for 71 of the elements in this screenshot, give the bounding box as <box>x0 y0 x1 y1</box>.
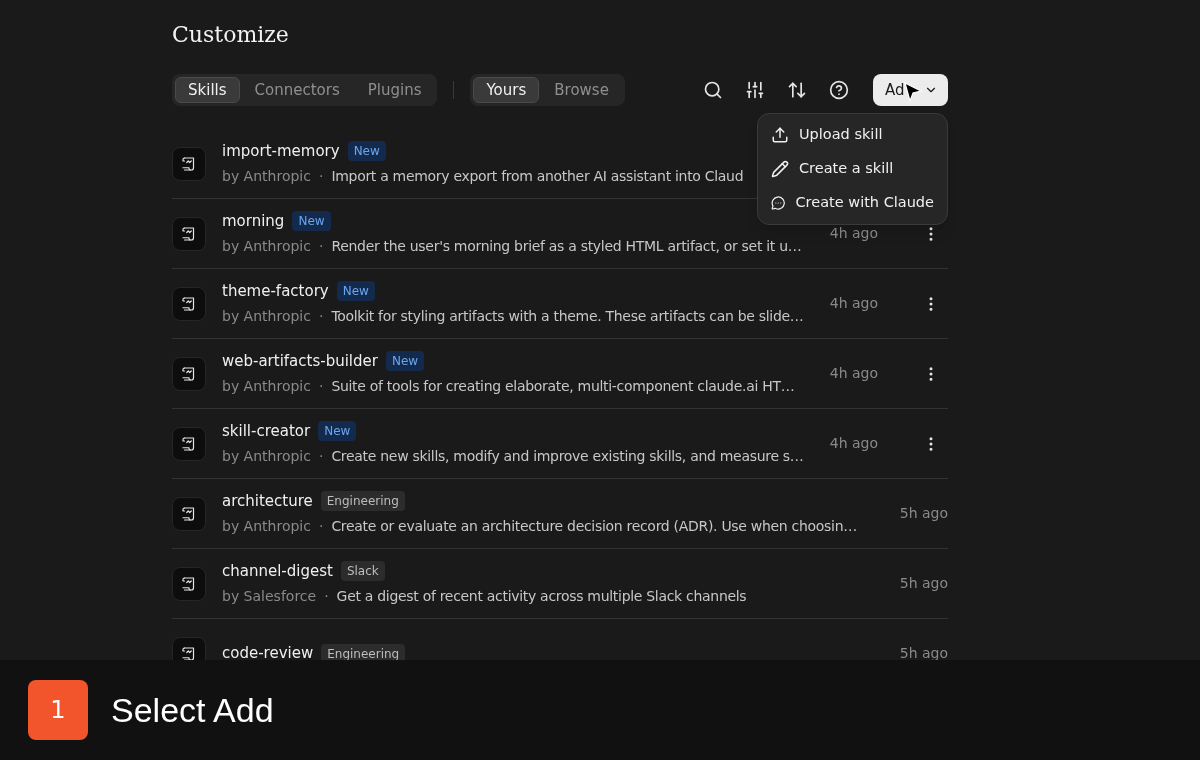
time-ago: 4h ago <box>829 434 878 453</box>
scroll-icon <box>172 146 206 181</box>
search-icon[interactable] <box>703 80 723 100</box>
tag: New <box>292 211 331 231</box>
step-number: 1 <box>28 680 88 740</box>
tag: New <box>336 281 375 301</box>
scroll-icon <box>172 566 206 601</box>
menu-item[interactable]: Create a skill <box>758 152 947 186</box>
description: Render the user's morning brief as a styled HTML artifact, or set it u… <box>331 237 802 257</box>
separator-dot: · <box>324 587 329 607</box>
separator-dot: · <box>318 377 324 397</box>
time-ago: 4h ago <box>829 294 878 313</box>
description: Create or evaluate an architecture decision record (ADR). Use when choosin… <box>331 517 857 537</box>
author: by Anthropic <box>222 447 311 467</box>
author: by Salesforce <box>222 587 317 607</box>
mouse-pointer-icon <box>903 82 923 104</box>
tag: Slack <box>340 561 385 581</box>
filter-icon[interactable] <box>745 80 765 100</box>
description: Create new skills, modify and improve existing skills, and measure s… <box>331 447 804 467</box>
time-ago: 5h ago <box>899 574 948 593</box>
author: by Anthropic <box>222 237 311 257</box>
skill-name[interactable]: theme-factory <box>222 279 329 303</box>
tab[interactable]: Connectors <box>241 77 353 103</box>
step-instruction: Select Add <box>111 689 274 731</box>
scroll-icon <box>172 426 206 461</box>
author: by Anthropic <box>222 167 311 187</box>
skill-name[interactable]: architecture <box>222 489 313 513</box>
separator-dot: · <box>318 307 324 327</box>
page-title: Customize <box>172 21 290 49</box>
skill-name[interactable]: channel-digest <box>222 559 333 583</box>
separator-dot: · <box>318 517 324 537</box>
scroll-icon <box>172 286 206 321</box>
help-icon[interactable] <box>829 80 849 100</box>
tag: New <box>347 141 386 161</box>
tab[interactable]: Yours <box>473 77 540 103</box>
description: Toolkit for styling artifacts with a theme. These artifacts can be slide… <box>331 307 804 327</box>
menu-item[interactable]: Create with Claude <box>758 186 947 220</box>
tab[interactable]: Plugins <box>354 77 435 103</box>
skill-name[interactable]: web-artifacts-builder <box>222 349 378 373</box>
time-ago: 4h ago <box>829 364 878 383</box>
skill-name[interactable]: morning <box>222 209 285 233</box>
skill-name[interactable]: code-review <box>222 642 314 660</box>
description: Suite of tools for creating elaborate, multi-component claude.ai HT… <box>331 377 795 397</box>
menu-item[interactable]: Upload skill <box>758 118 947 152</box>
upload-icon <box>771 126 789 144</box>
separator-dot: · <box>318 447 324 467</box>
time-ago: 5h ago <box>899 504 948 523</box>
time-ago: 5h ago <box>899 644 948 660</box>
tab[interactable]: Browse <box>541 77 622 103</box>
scroll-icon <box>172 356 206 391</box>
scroll-icon <box>172 496 206 531</box>
description: Get a digest of recent activity across multiple Slack channels <box>336 587 747 607</box>
time-ago: 4h ago <box>829 224 878 243</box>
author: by Anthropic <box>222 517 311 537</box>
tab[interactable]: Skills <box>175 77 240 103</box>
pencil-icon <box>771 160 789 178</box>
add-button[interactable]: Ad <box>873 74 948 106</box>
skill-name[interactable]: import-memory <box>222 139 340 163</box>
tag: New <box>385 351 425 371</box>
description: Import a memory export from another AI assistant into Claud <box>331 167 744 187</box>
tag: New <box>318 421 357 441</box>
chat-bubble-icon <box>771 194 786 212</box>
separator-dot: · <box>318 237 324 257</box>
separator-dot: · <box>318 167 324 187</box>
sort-icon[interactable] <box>787 80 807 100</box>
skill-name[interactable]: skill-creator <box>222 419 311 443</box>
tag: Engineering <box>321 643 406 660</box>
tag: Engineering <box>320 491 405 511</box>
author: by Anthropic <box>222 307 311 327</box>
author: by Anthropic <box>222 377 311 397</box>
scroll-icon <box>172 216 206 251</box>
